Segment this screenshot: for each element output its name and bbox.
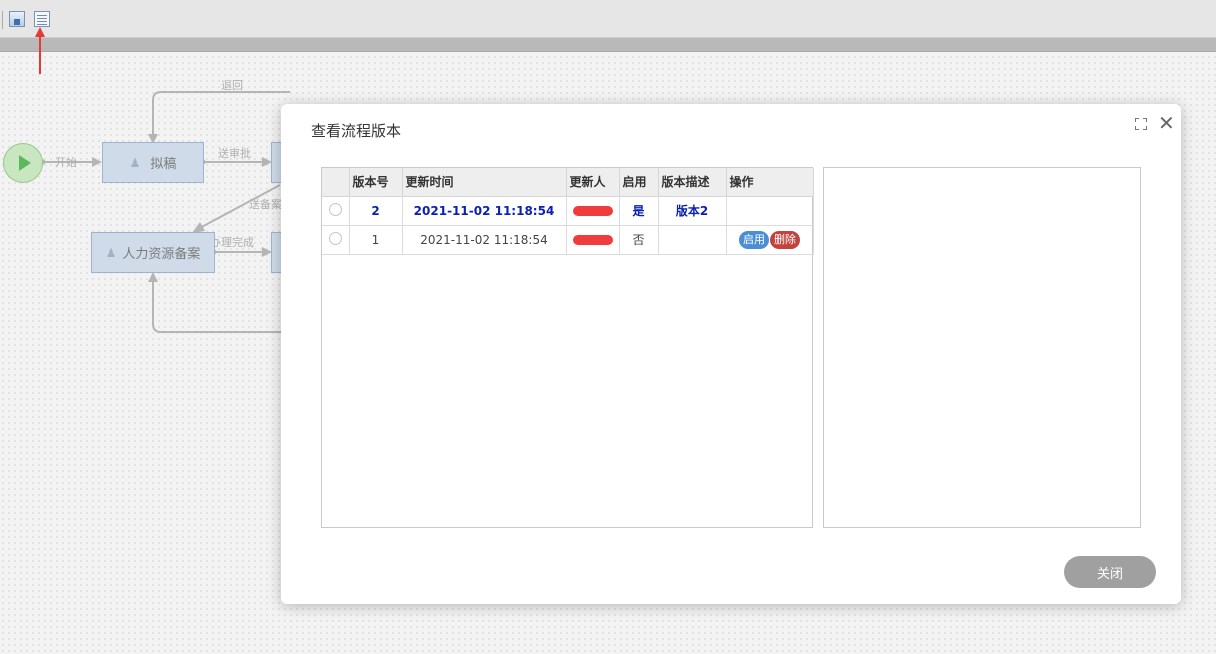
version-preview-panel [823, 167, 1141, 528]
version-cell: 2 [349, 196, 403, 226]
workflow-edges [40, 91, 290, 333]
close-icon[interactable]: ✕ [1158, 113, 1175, 133]
maximize-icon[interactable] [1135, 118, 1147, 130]
toolbar-divider-strip [0, 38, 1216, 52]
updated-time-cell: 2021-11-02 11:18:54 [402, 225, 567, 255]
start-event[interactable] [3, 143, 43, 183]
column-header-actions: 操作 [726, 168, 814, 197]
table-header-row: 版本号 更新时间 更新人 启用 版本描述 操作 [322, 168, 814, 197]
dialog-title: 查看流程版本 [311, 122, 402, 140]
description-cell: 版本2 [658, 196, 727, 226]
toolbar [0, 0, 1216, 38]
task-node-draft[interactable]: ♟ 拟稿 [102, 142, 204, 183]
table-row[interactable]: 1 2021-11-02 11:18:54 否 启用 删除 [322, 225, 814, 255]
enabled-cell: 是 [619, 196, 659, 226]
row-radio[interactable] [328, 202, 342, 216]
version-dialog: 查看流程版本 ✕ 版本号 更新时间 更新人 启用 版本描述 操作 2 2021-… [281, 104, 1181, 604]
edge-label-done: 办理完成 [210, 236, 254, 249]
edge-label-send-approval: 送审批 [218, 147, 251, 160]
enabled-cell: 否 [619, 225, 659, 255]
column-header-select [322, 168, 350, 197]
column-header-description[interactable]: 版本描述 [658, 168, 727, 197]
actions-cell: 启用 删除 [726, 225, 814, 255]
task-node-label: 拟稿 [150, 157, 177, 172]
column-header-updated[interactable]: 更新时间 [402, 168, 567, 197]
row-radio[interactable] [328, 231, 342, 245]
column-header-version[interactable]: 版本号 [349, 168, 403, 197]
delete-button[interactable]: 删除 [770, 230, 800, 249]
updated-time-cell: 2021-11-02 11:18:54 [402, 196, 567, 226]
edge-label-send-filing: 送备案 [249, 198, 282, 211]
enable-button[interactable]: 启用 [739, 230, 769, 249]
column-header-updater[interactable]: 更新人 [566, 168, 620, 197]
edge-label-start: 开始 [55, 156, 77, 169]
actions-cell [726, 196, 814, 226]
description-cell [658, 225, 727, 255]
task-node-label: 人力资源备案 [122, 247, 201, 262]
user-task-icon: ♟ [105, 245, 117, 260]
redacted-updater [572, 206, 613, 216]
table-row[interactable]: 2 2021-11-02 11:18:54 是 版本2 [322, 196, 814, 226]
column-header-enabled[interactable]: 启用 [619, 168, 659, 197]
user-task-icon: ♟ [129, 155, 141, 170]
edge-label-return: 退回 [221, 79, 243, 92]
redacted-updater [572, 235, 613, 245]
close-button[interactable]: 关闭 [1064, 556, 1156, 588]
task-node-hr-filing[interactable]: ♟ 人力资源备案 [91, 232, 215, 273]
version-table: 版本号 更新时间 更新人 启用 版本描述 操作 2 2021-11-02 11:… [321, 167, 814, 528]
version-cell: 1 [349, 225, 403, 255]
